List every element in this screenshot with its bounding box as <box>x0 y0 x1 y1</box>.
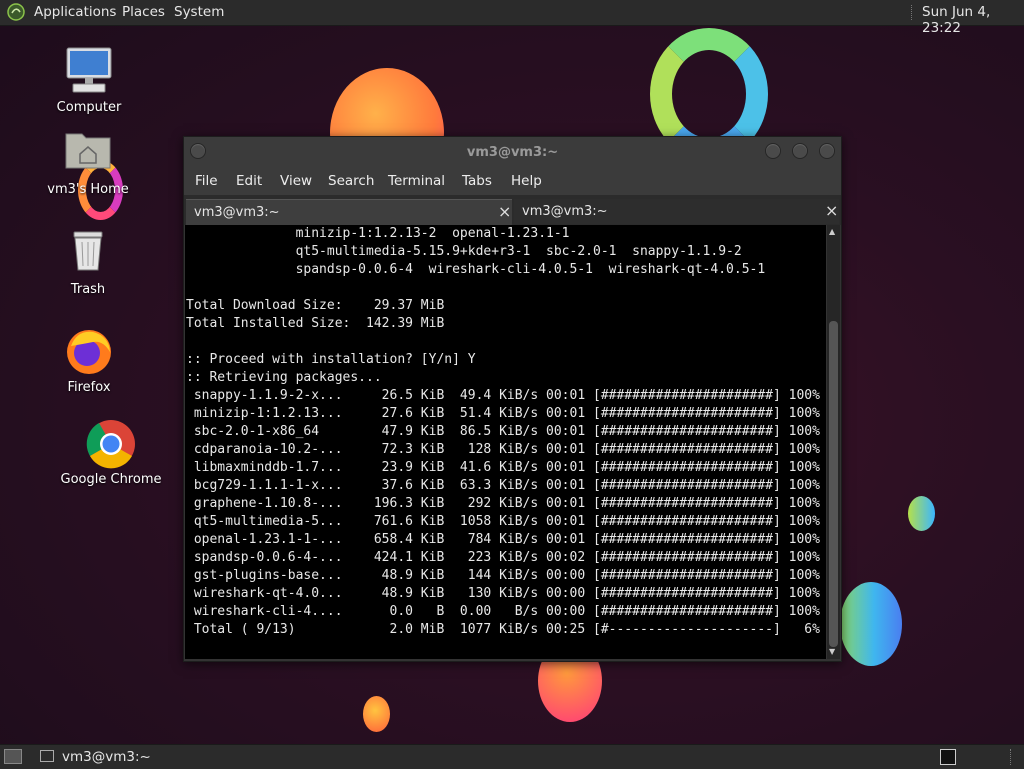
menu-search[interactable]: Search <box>328 173 374 189</box>
menu-terminal[interactable]: Terminal <box>388 173 445 189</box>
terminal-line: minizip-1:1.2.13-2 openal-1.23.1-1 <box>186 226 570 241</box>
tab-close-icon[interactable]: × <box>498 202 511 221</box>
scrollbar-thumb[interactable] <box>829 321 838 647</box>
system-menu[interactable]: System <box>174 4 224 20</box>
mate-logo-icon[interactable] <box>7 3 25 21</box>
panel-separator <box>911 5 914 20</box>
panel-separator <box>1010 749 1013 765</box>
trash-icon <box>62 228 114 280</box>
desktop-icon-label: Google Chrome <box>60 472 162 487</box>
top-panel: Applications Places System Sun Jun 4, 23… <box>0 0 1024 36</box>
terminal-line: graphene-1.10.8-... 196.3 KiB 292 KiB/s … <box>186 496 820 511</box>
wallpaper-orb-blue <box>840 582 902 666</box>
terminal-scrollbar[interactable]: ▲ ▼ <box>827 225 840 659</box>
terminal-line: spandsp-0.0.6-4 wireshark-cli-4.0.5-1 wi… <box>186 262 766 277</box>
terminal-line: wireshark-qt-4.0... 48.9 KiB 130 KiB/s 0… <box>186 586 820 601</box>
tab-label: vm3@vm3:~ <box>194 205 280 220</box>
tab-close-icon[interactable]: × <box>825 201 838 220</box>
terminal-line: Total Download Size: 29.37 MiB <box>186 298 445 313</box>
maximize-button[interactable] <box>792 143 808 159</box>
menu-help[interactable]: Help <box>511 173 542 189</box>
computer-icon <box>63 46 115 98</box>
firefox-icon <box>63 326 115 378</box>
terminal-line: libmaxminddb-1.7... 23.9 KiB 41.6 KiB/s … <box>186 460 820 475</box>
terminal-window[interactable]: vm3@vm3:~ File Edit View Search Terminal… <box>183 136 842 662</box>
terminal-menubar: File Edit View Search Terminal Tabs Help <box>184 167 841 195</box>
terminal-tabbar: vm3@vm3:~ × vm3@vm3:~ × <box>184 195 841 225</box>
close-button[interactable] <box>819 143 835 159</box>
desktop-icon-home[interactable]: vm3's Home <box>33 128 143 197</box>
desktop-icon-label: Computer <box>56 100 122 115</box>
workspace-switcher[interactable] <box>940 749 956 765</box>
terminal-line: sbc-2.0-1-x86_64 47.9 KiB 86.5 KiB/s 00:… <box>186 424 820 439</box>
terminal-icon <box>40 750 54 762</box>
terminal-line: snappy-1.1.9-2-x... 26.5 KiB 49.4 KiB/s … <box>186 388 820 403</box>
terminal-line: cdparanoia-10.2-... 72.3 KiB 128 KiB/s 0… <box>186 442 820 457</box>
scroll-up-icon[interactable]: ▲ <box>829 227 835 236</box>
tab-label: vm3@vm3:~ <box>522 204 608 219</box>
desktop-icon-label: vm3's Home <box>47 182 129 197</box>
tab-terminal-2[interactable]: vm3@vm3:~ × <box>514 199 839 224</box>
bottom-panel: vm3@vm3:~ <box>0 744 1024 769</box>
places-menu[interactable]: Places <box>122 4 165 20</box>
menu-file[interactable]: File <box>195 173 218 189</box>
desktop-icon-chrome[interactable]: Google Chrome <box>56 418 166 487</box>
terminal-line: :: Proceed with installation? [Y/n] Y <box>186 352 476 367</box>
wallpaper-orb-small <box>908 496 935 531</box>
window-titlebar[interactable]: vm3@vm3:~ <box>184 137 841 167</box>
menu-tabs[interactable]: Tabs <box>462 173 492 189</box>
terminal-line: gst-plugins-base... 48.9 KiB 144 KiB/s 0… <box>186 568 820 583</box>
home-folder-icon <box>62 128 114 180</box>
taskbar-item-label: vm3@vm3:~ <box>62 749 151 765</box>
clock[interactable]: Sun Jun 4, 23:22 <box>922 4 1024 36</box>
menu-view[interactable]: View <box>280 173 312 189</box>
terminal-line: openal-1.23.1-1-... 658.4 KiB 784 KiB/s … <box>186 532 820 547</box>
desktop-icon-label: Trash <box>70 282 106 297</box>
desktop-icon-label: Firefox <box>67 380 111 395</box>
terminal-output[interactable]: minizip-1:1.2.13-2 openal-1.23.1-1 qt5-m… <box>185 225 826 659</box>
wallpaper-orb-tiny <box>363 696 390 732</box>
terminal-line: bcg729-1.1.1-1-x... 37.6 KiB 63.3 KiB/s … <box>186 478 820 493</box>
taskbar-item-terminal[interactable]: vm3@vm3:~ <box>34 745 234 769</box>
tab-terminal-1[interactable]: vm3@vm3:~ × <box>186 199 512 225</box>
desktop-icon-computer[interactable]: Computer <box>34 46 144 115</box>
minimize-button[interactable] <box>765 143 781 159</box>
terminal-line: minizip-1:1.2.13... 27.6 KiB 51.4 KiB/s … <box>186 406 820 421</box>
terminal-line: :: Retrieving packages... <box>186 370 382 385</box>
desktop-icon-firefox[interactable]: Firefox <box>34 326 144 395</box>
show-desktop-icon[interactable] <box>4 749 22 764</box>
desktop-icon-trash[interactable]: Trash <box>33 228 143 297</box>
terminal-line: Total Installed Size: 142.39 MiB <box>186 316 445 331</box>
terminal-line: Total ( 9/13) 2.0 MiB 1077 KiB/s 00:25 [… <box>186 622 820 637</box>
terminal-line: qt5-multimedia-5.15.9+kde+r3-1 sbc-2.0-1… <box>186 244 742 259</box>
menu-edit[interactable]: Edit <box>236 173 262 189</box>
applications-menu[interactable]: Applications <box>34 4 116 20</box>
terminal-line: wireshark-cli-4.... 0.0 B 0.00 B/s 00:00… <box>186 604 820 619</box>
chrome-icon <box>85 418 137 470</box>
terminal-line: qt5-multimedia-5... 761.6 KiB 1058 KiB/s… <box>186 514 820 529</box>
scroll-down-icon[interactable]: ▼ <box>829 647 835 656</box>
terminal-line: spandsp-0.0.6-4-... 424.1 KiB 223 KiB/s … <box>186 550 820 565</box>
window-title: vm3@vm3:~ <box>466 145 559 160</box>
